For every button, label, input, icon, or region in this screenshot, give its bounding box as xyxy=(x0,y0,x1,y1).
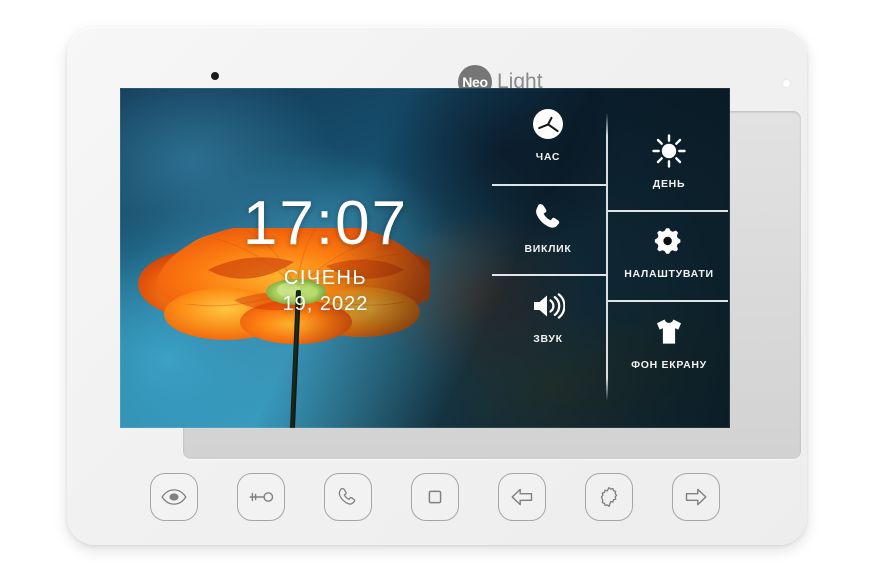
menu-item-settings[interactable]: НАЛАШТУВАТИ xyxy=(608,223,730,280)
speaker-volume-icon xyxy=(531,288,565,324)
menu-item-time[interactable]: ЧАС xyxy=(490,106,606,163)
camera-sensor-dot xyxy=(211,72,219,80)
status-led-dot xyxy=(783,80,790,87)
menu-item-wallpaper-label: ФОН ЕКРАНУ xyxy=(631,359,707,371)
menu-item-wallpaper[interactable]: ФОН ЕКРАНУ xyxy=(608,314,730,371)
button-talk[interactable] xyxy=(324,473,372,521)
menu-column-left: ЧАС ВИКЛИК ЗВУК xyxy=(490,88,606,428)
tshirt-icon xyxy=(652,314,686,350)
menu-item-day-label: ДЕНЬ xyxy=(652,178,686,190)
button-previous[interactable] xyxy=(498,473,546,521)
arrow-right-icon xyxy=(684,487,708,507)
lcd-screen[interactable]: 17:07 СІЧЕНЬ 19, 2022 ЧАС ВИКЛИК ЗВУК ДЕ… xyxy=(120,88,730,428)
arrow-left-icon xyxy=(510,487,534,507)
menu-item-settings-label: НАЛАШТУВАТИ xyxy=(624,268,714,280)
phone-handset-icon xyxy=(337,486,359,508)
key-icon xyxy=(247,489,275,505)
button-settings[interactable] xyxy=(585,473,633,521)
screenshot-root: Neo Light 17:07 СІЧЕНЬ 19, 2022 ЧАС ВИКЛ… xyxy=(0,0,870,580)
menu-column-right: ДЕНЬ НАЛАШТУВАТИ ФОН ЕКРАНУ xyxy=(608,88,730,428)
button-stop[interactable] xyxy=(411,473,459,521)
phone-handset-icon xyxy=(533,198,563,234)
menu-item-call-label: ВИКЛИК xyxy=(524,243,572,255)
menu-item-day[interactable]: ДЕНЬ xyxy=(608,133,730,190)
button-next[interactable] xyxy=(672,473,720,521)
menu-item-call[interactable]: ВИКЛИК xyxy=(490,198,606,255)
square-stop-icon xyxy=(426,488,444,506)
button-monitor[interactable] xyxy=(150,473,198,521)
button-unlock[interactable] xyxy=(237,473,285,521)
menu-item-sound-label: ЗВУК xyxy=(533,333,563,345)
eye-icon xyxy=(161,489,187,505)
sun-brightness-icon xyxy=(652,133,686,169)
clock-icon xyxy=(533,106,563,142)
menu-item-sound[interactable]: ЗВУК xyxy=(490,288,606,345)
main-menu: ЧАС ВИКЛИК ЗВУК ДЕНЬ НАЛАШТУВАТИ ФОН ЕКР… xyxy=(490,88,730,428)
gear-sunburst-icon xyxy=(598,486,620,508)
menu-item-time-label: ЧАС xyxy=(535,151,561,163)
gear-icon xyxy=(654,223,684,259)
